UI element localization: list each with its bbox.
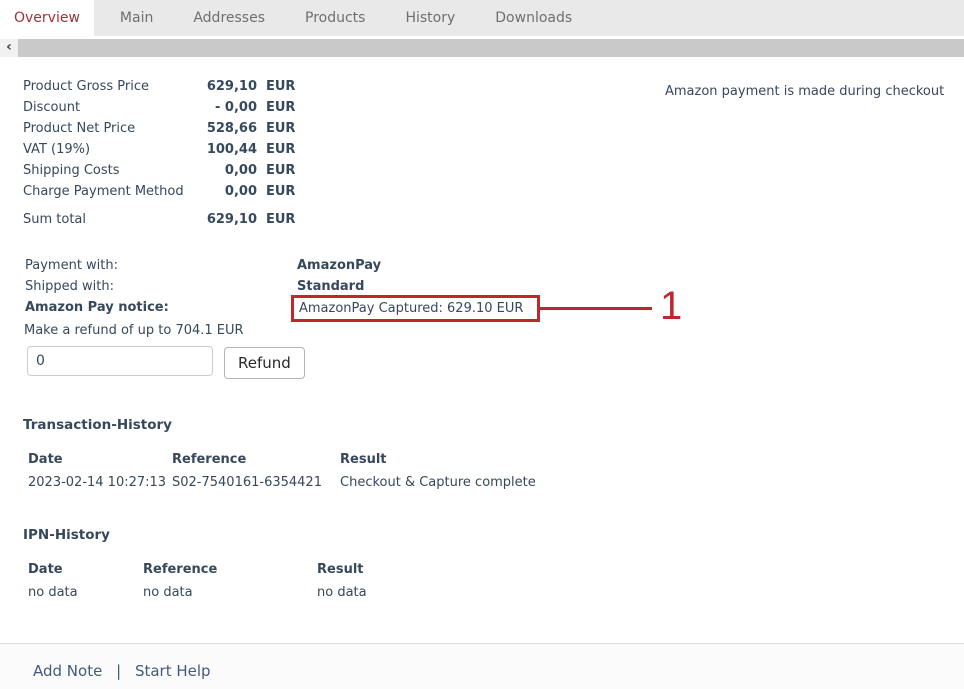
scroll-left-button[interactable]: ‹ <box>0 39 18 57</box>
ipn-history-title: IPN-History <box>23 527 110 543</box>
shipped-with-label: Shipped with: <box>25 279 114 294</box>
price-row-currency: EUR <box>257 181 295 202</box>
price-row-label: Product Net Price <box>23 118 195 139</box>
annotation-box-1: AmazonPay Captured: 629.10 EUR <box>291 295 540 322</box>
price-total-currency: EUR <box>257 209 295 230</box>
footer-bar: Add Note | Start Help <box>0 643 964 689</box>
add-note-link[interactable]: Add Note <box>33 662 102 680</box>
tab-addresses[interactable]: Addresses <box>179 0 279 36</box>
table-row: 2023-02-14 10:27:13 S02-7540161-6354421 … <box>28 471 536 494</box>
refund-button[interactable]: Refund <box>224 347 305 379</box>
price-row-value: - 0,00 <box>195 97 257 118</box>
order-detail-window: Overview Main Addresses Products History… <box>0 0 964 689</box>
price-row: VAT (19%) 100,44 EUR <box>23 139 295 160</box>
column-header-reference: Reference <box>172 448 340 471</box>
amazon-pay-notice-label: Amazon Pay notice: <box>25 300 169 315</box>
price-row-label: Charge Payment Method <box>23 181 195 202</box>
tab-main[interactable]: Main <box>106 0 167 36</box>
chevron-left-icon: ‹ <box>6 39 12 55</box>
price-row-label: Discount <box>23 97 195 118</box>
price-row: Product Gross Price 629,10 EUR <box>23 76 295 97</box>
tab-products[interactable]: Products <box>291 0 379 36</box>
amazon-payment-note: Amazon payment is made during checkout <box>665 84 944 99</box>
price-row-currency: EUR <box>257 97 295 118</box>
transaction-reference: S02-7540161-6354421 <box>172 471 340 494</box>
column-header-result: Result <box>317 558 367 581</box>
table-row: no data no data no data <box>28 581 367 604</box>
column-header-date: Date <box>28 448 172 471</box>
payment-with-label: Payment with: <box>25 258 118 273</box>
price-row-value: 100,44 <box>195 139 257 160</box>
price-row-label: Product Gross Price <box>23 76 195 97</box>
price-row-label: Shipping Costs <box>23 160 195 181</box>
price-row-currency: EUR <box>257 139 295 160</box>
price-row-value: 0,00 <box>195 181 257 202</box>
transaction-result: Checkout & Capture complete <box>340 471 536 494</box>
price-total-row: Sum total 629,10 EUR <box>23 209 295 230</box>
transaction-history-title: Transaction-History <box>23 417 172 433</box>
column-header-date: Date <box>28 558 143 581</box>
transaction-date: 2023-02-14 10:27:13 <box>28 471 172 494</box>
shipped-with-value: Standard <box>297 279 364 294</box>
transaction-history-table: Date Reference Result 2023-02-14 10:27:1… <box>28 448 536 494</box>
footer-links: Add Note | Start Help <box>0 644 964 680</box>
price-total-value: 629,10 <box>195 209 257 230</box>
refund-amount-input[interactable] <box>27 346 213 376</box>
price-row-value: 0,00 <box>195 160 257 181</box>
transaction-header-row: Date Reference Result <box>28 448 536 471</box>
price-row: Discount - 0,00 EUR <box>23 97 295 118</box>
price-row-currency: EUR <box>257 76 295 97</box>
annotation-callout-line <box>540 307 652 310</box>
price-row-value: 629,10 <box>195 76 257 97</box>
start-help-link[interactable]: Start Help <box>135 662 211 680</box>
price-row-label: VAT (19%) <box>23 139 195 160</box>
price-row-currency: EUR <box>257 160 295 181</box>
ipn-history-table: Date Reference Result no data no data no… <box>28 558 367 604</box>
footer-separator: | <box>116 662 121 680</box>
tab-overview[interactable]: Overview <box>0 0 94 36</box>
price-total-label: Sum total <box>23 209 195 230</box>
amazon-pay-notice-value: AmazonPay Captured: 629.10 EUR <box>299 301 523 316</box>
ipn-reference: no data <box>143 581 317 604</box>
ipn-date: no data <box>28 581 143 604</box>
refund-hint: Make a refund of up to 704.1 EUR <box>24 323 244 338</box>
ipn-header-row: Date Reference Result <box>28 558 367 581</box>
ipn-result: no data <box>317 581 367 604</box>
annotation-number: 1 <box>660 286 682 326</box>
price-row-currency: EUR <box>257 118 295 139</box>
price-row: Product Net Price 528,66 EUR <box>23 118 295 139</box>
column-header-result: Result <box>340 448 536 471</box>
tab-downloads[interactable]: Downloads <box>481 0 586 36</box>
price-row: Charge Payment Method 0,00 EUR <box>23 181 295 202</box>
scrollbar-thumb[interactable] <box>18 39 964 57</box>
tab-bar: Overview Main Addresses Products History… <box>0 0 964 36</box>
price-row: Shipping Costs 0,00 EUR <box>23 160 295 181</box>
column-header-reference: Reference <box>143 558 317 581</box>
price-row-value: 528,66 <box>195 118 257 139</box>
price-summary-table: Product Gross Price 629,10 EUR Discount … <box>23 76 295 230</box>
payment-with-value: AmazonPay <box>297 258 381 273</box>
tab-history[interactable]: History <box>391 0 469 36</box>
horizontal-scrollbar: ‹ <box>0 39 964 57</box>
